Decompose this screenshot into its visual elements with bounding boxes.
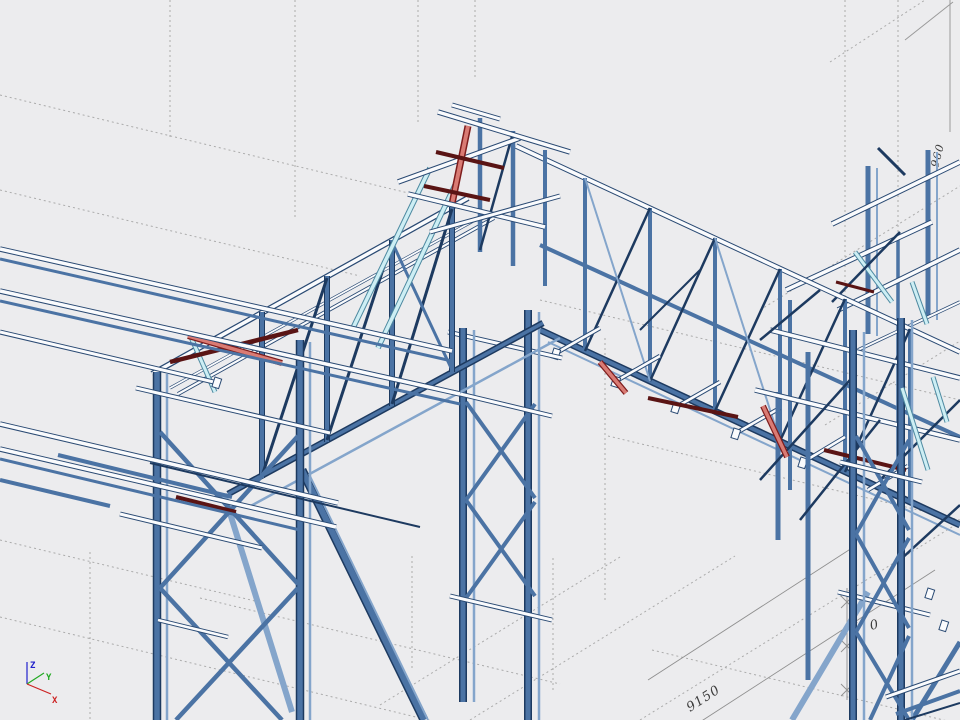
center-lattice-column [448, 310, 562, 720]
axis-label-y: Y [46, 673, 52, 683]
right-tower [755, 282, 960, 720]
beam-end-cap [212, 377, 222, 389]
beam-end-cap [939, 620, 949, 632]
axis-label-z: Z [30, 661, 36, 671]
beam-end-cap [731, 428, 741, 440]
left-tower [120, 340, 428, 720]
axis-label-x: X [52, 696, 58, 706]
beam-end-cap [925, 588, 935, 600]
model-viewport[interactable]: 960 1 0 [0, 0, 960, 720]
cad-viewport[interactable]: 960 1 0 [0, 0, 960, 720]
axis-triad: Z Y X [27, 661, 58, 706]
dimension-text-1x0-part2: 0 [868, 617, 881, 634]
